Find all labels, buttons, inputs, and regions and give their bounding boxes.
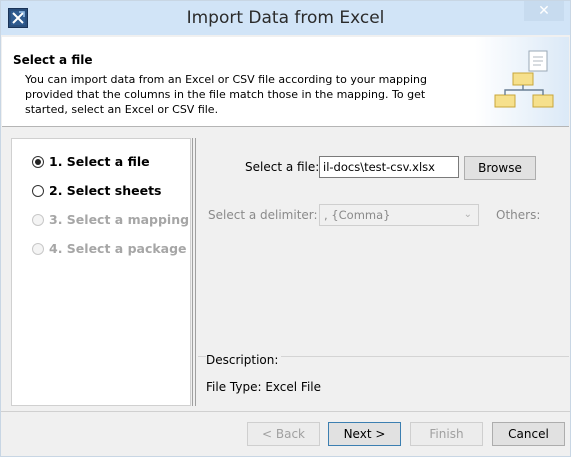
- app-icon: [8, 8, 28, 28]
- import-dialog: Import Data from Excel ✕ Select a file Y…: [0, 0, 571, 457]
- wizard-steps: 1. Select a file 2. Select sheets 3. Sel…: [11, 138, 191, 406]
- radio-icon[interactable]: [32, 184, 44, 197]
- header-graphic: [475, 37, 569, 126]
- back-button: < Back: [247, 422, 320, 446]
- delimiter-label: Select a delimiter:: [208, 208, 318, 222]
- step-label: 2. Select sheets: [49, 183, 162, 198]
- step-label: 4. Select a package: [49, 241, 187, 256]
- title-bar: Import Data from Excel ✕: [1, 1, 570, 35]
- panel-splitter[interactable]: [192, 138, 196, 406]
- header-panel: Select a file You can import data from a…: [2, 37, 569, 127]
- radio-selected-icon[interactable]: [32, 155, 44, 168]
- step-select-package: 4. Select a package: [32, 241, 187, 256]
- step-label: 1. Select a file: [49, 154, 150, 169]
- browse-button[interactable]: Browse: [464, 156, 536, 180]
- radio-disabled-icon: [32, 213, 44, 226]
- step-select-file[interactable]: 1. Select a file: [32, 154, 150, 169]
- chevron-down-icon: ⌄: [463, 209, 472, 220]
- close-icon: ✕: [538, 3, 550, 19]
- finish-button: Finish: [410, 422, 483, 446]
- next-button[interactable]: Next >: [328, 422, 401, 446]
- content-panel: Select a file: Browse Select a delimiter…: [198, 138, 569, 406]
- file-type-text: File Type: Excel File: [206, 380, 321, 394]
- window-title: Import Data from Excel: [186, 8, 385, 28]
- description-label: Description:: [206, 353, 282, 367]
- bottom-separator: [1, 411, 570, 412]
- delimiter-select: , {Comma} ⌄: [319, 204, 479, 226]
- step-select-mapping: 3. Select a mapping: [32, 212, 189, 227]
- radio-disabled-icon: [32, 242, 44, 255]
- header-title: Select a file: [13, 53, 93, 67]
- hierarchy-diagram-icon: [494, 50, 554, 108]
- others-label: Others:: [496, 208, 541, 222]
- close-button[interactable]: ✕: [524, 1, 564, 21]
- step-select-sheets[interactable]: 2. Select sheets: [32, 183, 162, 198]
- description-box: Description: File Type: Excel File: [198, 353, 569, 407]
- file-path-input[interactable]: [319, 156, 459, 178]
- step-label: 3. Select a mapping: [49, 212, 190, 227]
- header-description: You can import data from an Excel or CSV…: [25, 73, 428, 116]
- cancel-button[interactable]: Cancel: [492, 422, 565, 446]
- delimiter-value: , {Comma}: [324, 208, 391, 222]
- file-label: Select a file:: [245, 160, 320, 174]
